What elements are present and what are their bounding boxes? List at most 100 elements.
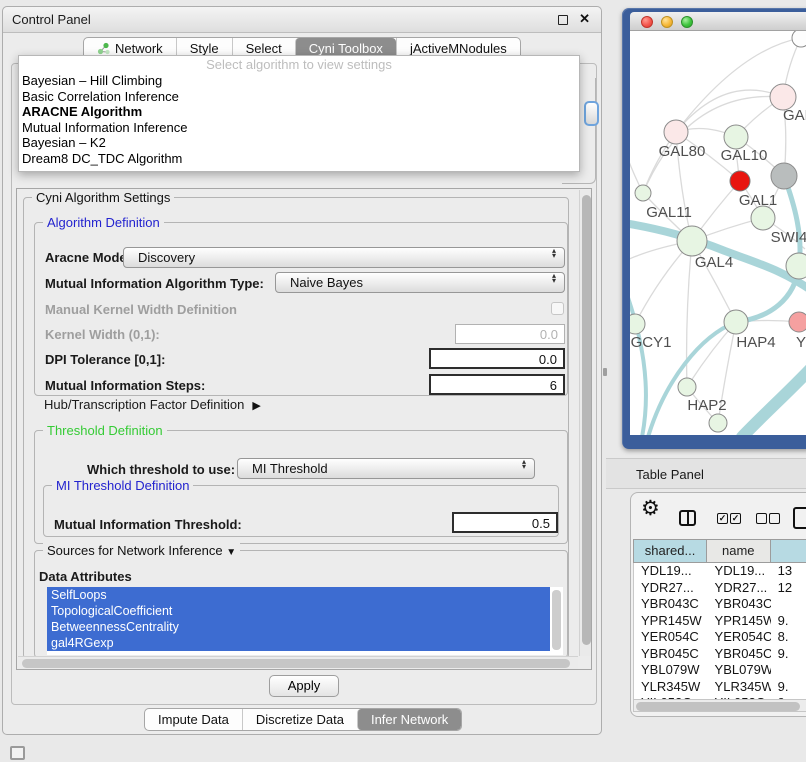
which-threshold-select[interactable]: MI Threshold ▴▾ bbox=[237, 458, 535, 479]
table-row[interactable]: YBR045CYBR045C9. bbox=[634, 646, 806, 663]
network-node[interactable] bbox=[709, 414, 727, 432]
network-canvas[interactable]: GALGAL80GAL10GAL1GAL11SWI4GAL4GCY1HAP4YH… bbox=[630, 31, 806, 435]
unchecked-box-icon[interactable] bbox=[769, 513, 780, 524]
table-panel: ⚙ ✓ ✓ shared...name YDL19...YDL19...13YD… bbox=[630, 492, 806, 717]
attribute-item[interactable]: SelfLoops bbox=[47, 587, 550, 603]
algorithm-option-bayesian-k2[interactable]: Bayesian – K2 bbox=[19, 135, 579, 151]
data-attributes-list: SelfLoopsTopologicalCoefficientBetweenne… bbox=[47, 587, 563, 655]
table-row[interactable]: YER054CYER054C8. bbox=[634, 629, 806, 646]
node-label-gcy1: GCY1 bbox=[631, 334, 672, 351]
expander-arrow-icon: ▶ bbox=[252, 400, 260, 412]
table-row[interactable]: YLR345WYLR345W9. bbox=[634, 679, 806, 696]
columns-icon[interactable] bbox=[679, 510, 696, 526]
scrollbar-thumb[interactable] bbox=[582, 195, 591, 645]
network-node-hap2[interactable] bbox=[678, 378, 696, 396]
node-label-gal: GAL bbox=[783, 107, 806, 124]
tab-discretize-data[interactable]: Discretize Data bbox=[242, 709, 357, 730]
kernel-width-label: Kernel Width (0,1): bbox=[45, 327, 160, 342]
network-node-gal1[interactable] bbox=[730, 171, 750, 191]
column-header-hidden[interactable] bbox=[771, 540, 806, 563]
close-icon[interactable]: ✕ bbox=[579, 11, 590, 27]
list-scrollbar-thumb[interactable] bbox=[552, 590, 561, 650]
attribute-item[interactable]: BetweennessCentrality bbox=[47, 619, 550, 635]
algorithm-option-mutual-information-inference[interactable]: Mutual Information Inference bbox=[19, 120, 579, 136]
table-panel-header: Table Panel bbox=[606, 458, 806, 489]
manual-kernel-checkbox[interactable] bbox=[551, 302, 564, 315]
checked-box-icon[interactable]: ✓ bbox=[730, 513, 741, 524]
control-panel-titlebar: Control Panel ✕ bbox=[3, 7, 601, 33]
algorithm-placeholder: Select algorithm to view settings bbox=[19, 56, 579, 73]
gear-icon[interactable]: ⚙ bbox=[641, 496, 660, 521]
network-node-swi4[interactable] bbox=[751, 206, 775, 230]
node-label-gal1: GAL1 bbox=[739, 192, 777, 209]
aracne-mode-label: Aracne Mode: bbox=[45, 250, 131, 265]
network-node[interactable] bbox=[792, 31, 806, 47]
scrollbar-thumb[interactable] bbox=[636, 702, 800, 711]
close-window-button[interactable] bbox=[641, 16, 653, 28]
node-label-swi4: SWI4 bbox=[771, 229, 806, 246]
tab-impute-data[interactable]: Impute Data bbox=[145, 709, 242, 730]
algorithm-option-dream8-dc-tdc-algorithm[interactable]: Dream8 DC_TDC Algorithm bbox=[19, 151, 579, 167]
table-row[interactable]: YBL079WYBL079W bbox=[634, 662, 806, 679]
checked-box-icon[interactable]: ✓ bbox=[717, 513, 728, 524]
mi-steps-field[interactable]: 6 bbox=[429, 374, 565, 395]
network-node-y[interactable] bbox=[789, 312, 806, 332]
network-node-gcy1[interactable] bbox=[630, 314, 645, 334]
document-icon[interactable] bbox=[793, 507, 806, 529]
group-title: MI Threshold Definition bbox=[52, 478, 193, 493]
bottom-tab-bar: Impute DataDiscretize DataInfer Network bbox=[144, 708, 462, 731]
mi-algorithm-type-select[interactable]: Naive Bayes ▴▾ bbox=[275, 272, 565, 293]
dpi-tolerance-field[interactable]: 0.0 bbox=[429, 348, 565, 369]
network-icon bbox=[97, 42, 110, 55]
table-row[interactable]: YBR043CYBR043C bbox=[634, 596, 806, 613]
which-threshold-label: Which threshold to use: bbox=[87, 462, 235, 477]
settings-scroll-area: Cyni Algorithm Settings Algorithm Defini… bbox=[16, 188, 592, 670]
column-header-name[interactable]: name bbox=[707, 540, 770, 563]
attribute-item[interactable]: TopologicalCoefficient bbox=[47, 603, 550, 619]
node-label-hap4: HAP4 bbox=[736, 334, 775, 351]
network-node-hap4[interactable] bbox=[724, 310, 748, 334]
algorithm-dropdown-popup: Select algorithm to view settings Bayesi… bbox=[18, 55, 580, 172]
table-body: YDL19...YDL19...13YDR27...YDR27...12YBR0… bbox=[633, 563, 806, 701]
float-window-icon[interactable] bbox=[558, 15, 568, 25]
combo-arrows-icon: ▴▾ bbox=[552, 249, 556, 258]
settings-horizontal-scrollbar[interactable] bbox=[18, 656, 578, 669]
floating-panel-icon[interactable] bbox=[10, 746, 25, 760]
scrollbar-thumb[interactable] bbox=[22, 659, 570, 668]
data-attributes-label: Data Attributes bbox=[39, 569, 132, 584]
mi-threshold-field[interactable]: 0.5 bbox=[452, 512, 558, 533]
node-label-y: Y bbox=[796, 334, 806, 351]
column-header-shared[interactable]: shared... bbox=[633, 540, 707, 563]
network-view-window: GALGAL80GAL10GAL1GAL11SWI4GAL4GCY1HAP4YH… bbox=[622, 8, 806, 449]
table-row[interactable]: YPR145WYPR145W9. bbox=[634, 613, 806, 630]
panel-splitter-handle[interactable] bbox=[603, 368, 607, 376]
settings-vertical-scrollbar[interactable] bbox=[579, 190, 592, 656]
network-node-gal80[interactable] bbox=[664, 120, 688, 144]
node-label-gal10: GAL10 bbox=[721, 147, 768, 164]
group-sources-network-inference: Sources for Network Inference ▼ Data Att… bbox=[34, 550, 568, 658]
group-cyni-algorithm-settings: Cyni Algorithm Settings Algorithm Defini… bbox=[23, 197, 569, 659]
aracne-mode-select[interactable]: Discovery ▴▾ bbox=[123, 247, 565, 268]
sources-collapser[interactable]: Sources for Network Inference ▼ bbox=[43, 543, 240, 558]
node-label-hap2: HAP2 bbox=[687, 397, 726, 414]
network-node-gal11[interactable] bbox=[635, 185, 651, 201]
tab-infer-network[interactable]: Infer Network bbox=[357, 709, 461, 730]
apply-button[interactable]: Apply bbox=[269, 675, 339, 697]
algorithm-option-basic-correlation-inference[interactable]: Basic Correlation Inference bbox=[19, 89, 579, 105]
node-table: shared...name YDL19...YDL19...13YDR27...… bbox=[633, 539, 806, 701]
zoom-window-button[interactable] bbox=[681, 16, 693, 28]
hub-factor-expander[interactable]: Hub/Transcription Factor Definition▶ bbox=[44, 397, 261, 412]
group-algorithm-definition: Algorithm Definition Aracne Mode: Discov… bbox=[34, 222, 568, 396]
network-node-gal4[interactable] bbox=[677, 226, 707, 256]
algorithm-option-bayesian-hill-climbing[interactable]: Bayesian – Hill Climbing bbox=[19, 73, 579, 89]
network-node[interactable] bbox=[771, 163, 797, 189]
network-node-gal10[interactable] bbox=[724, 125, 748, 149]
attribute-item[interactable]: gal4RGexp bbox=[47, 635, 550, 651]
table-horizontal-scrollbar[interactable] bbox=[633, 699, 806, 712]
algorithm-option-aracne-algorithm[interactable]: ARACNE Algorithm bbox=[19, 104, 579, 120]
table-row[interactable]: YDR27...YDR27...12 bbox=[634, 580, 806, 597]
minimize-window-button[interactable] bbox=[661, 16, 673, 28]
unchecked-box-icon[interactable] bbox=[756, 513, 767, 524]
table-row[interactable]: YDL19...YDL19...13 bbox=[634, 563, 806, 580]
kernel-width-field[interactable]: 0.0 bbox=[455, 324, 565, 344]
